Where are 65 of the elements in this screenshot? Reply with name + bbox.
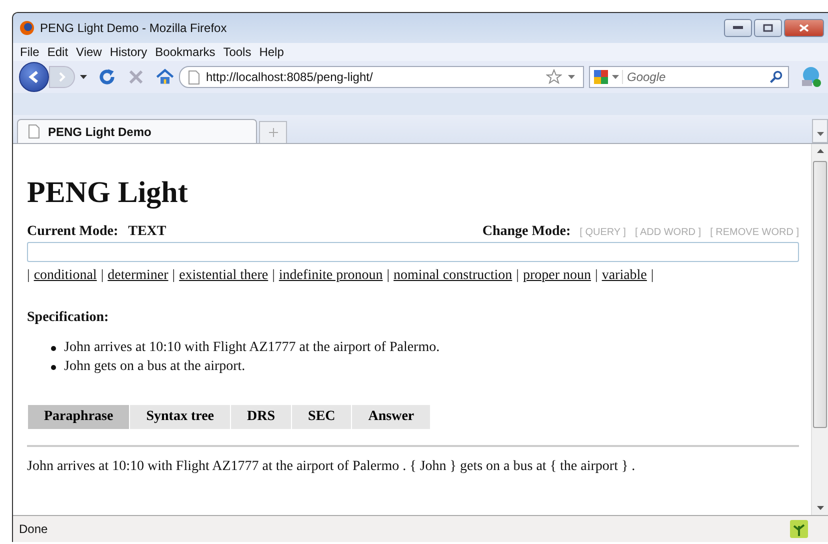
separator: | [650, 268, 654, 284]
category-link[interactable]: existential there [179, 268, 268, 284]
menu-item[interactable]: Bookmarks [155, 45, 216, 59]
menu-item[interactable]: View [76, 45, 102, 59]
category-link[interactable]: nominal construction [394, 268, 512, 284]
sentence: John arrives at 10:10 with Flight AZ1777 at the airport of Palermo. [64, 340, 440, 356]
tab[interactable]: DRS [231, 405, 292, 429]
separator: | [595, 268, 598, 284]
section-label: Specification: [27, 310, 110, 326]
bullet-icon [51, 364, 56, 370]
separator: | [172, 268, 176, 284]
reload-icon[interactable] [98, 68, 116, 86]
menu-item[interactable]: History [110, 45, 148, 59]
mode-label: Current Mode: [27, 224, 118, 240]
page-icon [188, 70, 200, 84]
separator: | [27, 268, 30, 284]
scroll-thumb[interactable] [813, 161, 827, 428]
star-icon[interactable] [546, 69, 562, 85]
menu-item[interactable]: Tools [223, 45, 252, 59]
category-link[interactable]: indefinite pronoun [278, 268, 383, 284]
category-link[interactable]: proper noun [522, 268, 591, 284]
window-title: PENG Light Demo - Mozilla Firefox [40, 21, 227, 35]
tab-list-button[interactable] [812, 119, 828, 143]
close-button[interactable] [784, 19, 824, 37]
address-field[interactable]: http://localhost:8085/peng-light/ [179, 66, 584, 88]
separator: | [100, 268, 104, 284]
browser-tab[interactable]: PENG Light Demo [17, 119, 257, 143]
scroll-down-icon[interactable] [816, 506, 824, 510]
separator: | [516, 268, 519, 284]
paraphrase-text: John arrives at 10:10 with Flight AZ1777 at the airport of Palermo . { John } gets on a bus at { the airport } . [27, 459, 636, 475]
close-icon [799, 24, 809, 32]
search-icon[interactable] [769, 70, 783, 84]
minimize-icon [733, 26, 743, 30]
caret-icon [816, 132, 824, 136]
category-link[interactable]: determiner [108, 268, 168, 284]
maximize-button[interactable] [754, 19, 782, 37]
search-box[interactable]: Google [589, 66, 789, 88]
tab[interactable]: Syntax tree [130, 405, 232, 429]
menu-item[interactable]: Help [259, 45, 284, 59]
scroll-up-icon[interactable] [816, 149, 824, 153]
menu-item[interactable]: File [20, 45, 40, 59]
tab[interactable]: Paraphrase [27, 405, 130, 429]
mode-value: TEXT [128, 224, 166, 240]
scrollbar[interactable] [811, 144, 828, 515]
tab[interactable]: SEC [292, 405, 352, 429]
sentence: John gets on a bus at the airport. [64, 359, 246, 375]
page-heading: PENG Light [27, 176, 189, 210]
plus-icon [268, 128, 278, 137]
category-link[interactable]: variable [602, 268, 647, 284]
status-text: Done [19, 522, 48, 536]
change-mode-label: Change Mode: [482, 224, 571, 240]
text-input-field[interactable] [27, 242, 799, 262]
back-button[interactable] [19, 62, 49, 92]
dropdown-arrow-icon[interactable] [80, 75, 87, 79]
page-icon [28, 124, 40, 139]
maximize-icon [763, 24, 773, 32]
separator: | [386, 268, 390, 284]
bullet-icon [51, 346, 56, 350]
tab[interactable]: Answer [352, 405, 432, 429]
minimize-button[interactable] [724, 19, 752, 37]
home-icon[interactable] [156, 68, 174, 86]
plant-icon[interactable] [790, 520, 808, 538]
separator: | [272, 268, 275, 284]
category-link[interactable]: conditional [34, 268, 97, 284]
menu-item[interactable]: Edit [47, 45, 68, 59]
